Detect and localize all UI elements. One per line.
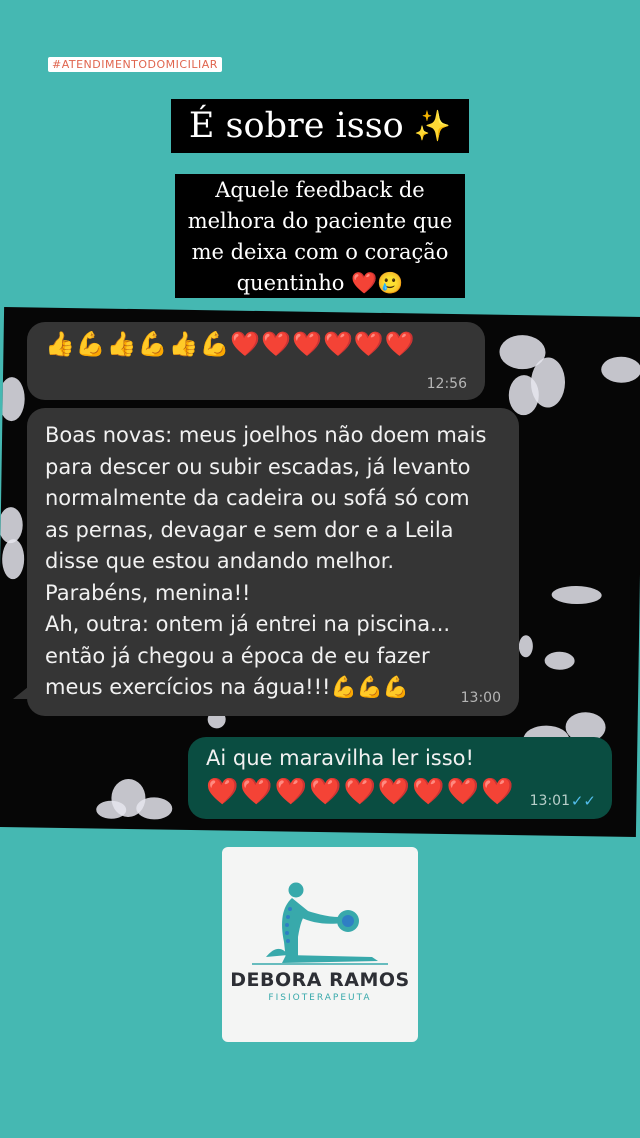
message-time: 12:56	[426, 376, 467, 392]
brand-name: DEBORA RAMOS	[230, 969, 410, 991]
incoming-message-text[interactable]: Boas novas: meus joelhos não doem mais p…	[27, 408, 519, 716]
thumbs-up-emoji: 👍	[168, 330, 200, 358]
flower-petal-decoration	[0, 506, 23, 544]
message-time: 13:00	[460, 690, 501, 706]
caption-line: Aquele feedback de	[215, 178, 425, 202]
title-text: É sobre isso	[188, 106, 404, 146]
caption-line-text: quentinho	[236, 271, 345, 295]
caption-line: me deixa com o coração	[191, 240, 449, 264]
flower-petal-decoration	[544, 651, 575, 671]
sparkles-icon: ✨	[413, 108, 452, 144]
message-line: Parabéns, menina!!	[45, 580, 251, 605]
heart-emoji: ❤️	[353, 330, 385, 358]
heart-emoji: ❤️	[292, 330, 324, 358]
message-line: as pernas, devagar e sem dor e a Leila	[45, 517, 454, 542]
story-page: { "hashtag": "#ATENDIMENTODOMICILIAR", "…	[0, 0, 640, 1138]
outgoing-message[interactable]: Ai que maravilha ler isso! ❤️❤️❤️❤️❤️❤️❤…	[188, 737, 612, 819]
message-body: Boas novas: meus joelhos não doem mais p…	[45, 420, 511, 704]
message-line: disse que estou andando melhor.	[45, 549, 395, 573]
flexed-biceps-emoji: 💪	[75, 330, 107, 358]
hashtag-sticker[interactable]: #ATENDIMENTODOMICILIAR	[48, 57, 222, 72]
flower-petal-decoration	[508, 374, 540, 416]
flower-petal-decoration	[136, 797, 173, 820]
caption-line: melhora do paciente que	[187, 209, 453, 233]
message-line: Ah, outra: ontem já entrei na piscina...	[45, 612, 451, 636]
heart-crying-emoji: ❤️🥲	[351, 271, 404, 295]
message-line: para descer ou subir escadas, já levanto	[45, 454, 471, 479]
brand-subtitle: FISIOTERAPEUTA	[268, 993, 372, 1003]
thumbs-up-emoji: 👍	[106, 330, 138, 358]
flower-petal-decoration	[1, 539, 25, 580]
heart-emoji: ❤️	[230, 330, 262, 358]
message-line: meus exercícios na água!!!💪💪💪	[45, 675, 409, 699]
incoming-message-emoji[interactable]: 👍💪👍💪👍💪❤️❤️❤️❤️❤️❤️ 12:56	[27, 322, 485, 400]
flower-petal-decoration	[518, 635, 534, 658]
story-caption: Aquele feedback de melhora do paciente q…	[175, 174, 465, 298]
heart-emoji: ❤️	[261, 330, 293, 358]
flexed-biceps-emoji: 💪	[199, 330, 231, 358]
message-text: Ai que maravilha ler isso!	[206, 746, 474, 770]
flexed-biceps-emoji: 💪	[137, 330, 169, 358]
emoji-row: 👍💪👍💪👍💪❤️❤️❤️❤️❤️❤️	[45, 330, 416, 358]
heart-emoji: ❤️	[323, 330, 354, 358]
thumbs-up-emoji: 👍	[45, 330, 76, 358]
flower-petal-decoration	[601, 356, 640, 384]
brand-logo-card[interactable]: DEBORA RAMOS FISIOTERAPEUTA	[222, 847, 418, 1042]
flower-petal-decoration	[0, 376, 26, 422]
physiotherapist-figure-icon	[252, 882, 388, 965]
story-title: É sobre isso ✨	[171, 99, 469, 153]
flower-petal-decoration	[551, 585, 602, 605]
message-time: 13:01	[529, 793, 570, 809]
flower-petal-decoration	[96, 800, 127, 819]
hearts-emoji-row: ❤️❤️❤️❤️❤️❤️❤️❤️❤️	[206, 777, 516, 807]
heart-emoji: ❤️	[384, 330, 416, 358]
message-line: Boas novas: meus joelhos não doem mais	[45, 423, 487, 447]
message-line: então já chegou a época de eu fazer	[45, 643, 430, 668]
read-receipt-icon: ✓✓	[570, 792, 596, 810]
caption-line: quentinho ❤️🥲	[175, 268, 465, 299]
message-line: normalmente da cadeira ou sofá só com	[45, 486, 470, 510]
